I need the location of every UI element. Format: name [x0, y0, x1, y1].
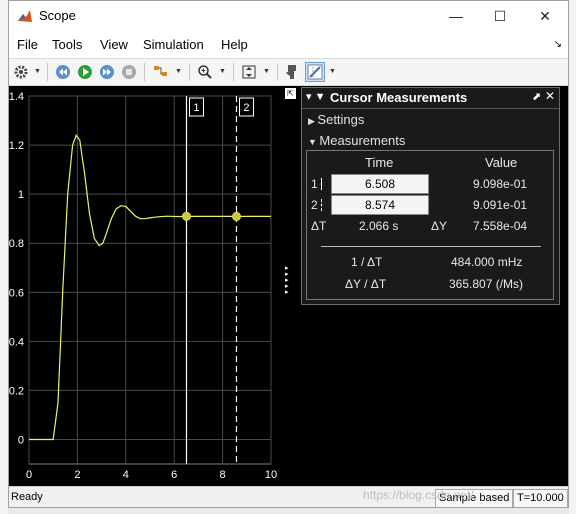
title-bar: Scope — ☐ ✕ [9, 1, 568, 31]
run-icon[interactable] [75, 62, 95, 82]
cursor-measurements-icon[interactable] [305, 62, 325, 82]
toolbar-separator [233, 63, 234, 81]
panel-menu-icon[interactable]: ▾ ▼ [306, 90, 325, 103]
scale-axes-icon[interactable] [239, 62, 259, 82]
zoom-dropdown-icon[interactable]: ▼ [219, 68, 226, 75]
cursor2-index: 2 [311, 198, 318, 212]
y-tick-label: 0.4 [9, 336, 24, 348]
cursor1-time-field[interactable]: 6.508 [331, 174, 429, 194]
status-text: Ready [11, 491, 43, 503]
measurements-divider [321, 246, 541, 247]
inverse-delta-t-value: 484.000 mHz [451, 255, 523, 269]
x-tick-label: 8 [220, 469, 226, 481]
y-tick-label: 1.4 [9, 91, 24, 103]
panel-title-bar: ▾ ▼ Cursor Measurements ⬈ ✕ [302, 88, 559, 109]
window-title: Scope [39, 8, 76, 23]
y-tick-label: 0 [18, 434, 24, 446]
settings-dropdown-icon[interactable]: ▼ [34, 68, 41, 75]
cursor-1-marker [181, 211, 191, 221]
measurements-dropdown-icon[interactable]: ▼ [329, 68, 336, 75]
maximize-button[interactable]: ☐ [477, 1, 523, 31]
menu-file[interactable]: File [17, 37, 38, 52]
dock-pin-icon[interactable]: ↘ [554, 39, 562, 50]
x-tick-label: 0 [26, 469, 32, 481]
step-back-icon[interactable] [53, 62, 73, 82]
cursor1-color-marker [321, 178, 322, 190]
value-header: Value [485, 155, 518, 170]
close-icon: ✕ [539, 7, 551, 24]
expanded-arrow-icon: ▼ [308, 137, 320, 147]
cursor2-value: 9.091e-01 [473, 198, 528, 212]
plot-frame [28, 95, 272, 465]
menu-tools[interactable]: Tools [52, 37, 82, 52]
scope-window: Scope — ☐ ✕ File Tools View Simulation H… [8, 0, 569, 508]
x-tick-label: 2 [74, 469, 80, 481]
close-button[interactable]: ✕ [522, 1, 568, 31]
y-tick-label: 1.2 [9, 140, 24, 152]
data-cursors-icon[interactable] [283, 62, 303, 82]
measurements-section-toggle[interactable]: ▼ Measurements [308, 133, 405, 148]
y-tick-label: 0.2 [9, 385, 24, 397]
y-tick-label: 1 [18, 189, 24, 201]
toolbar-separator [189, 63, 190, 81]
delta-y-label: ΔY [431, 219, 448, 233]
toolbar-separator [277, 63, 278, 81]
minimize-icon: — [449, 8, 463, 24]
collapsed-arrow-icon: ▶ [308, 116, 318, 126]
settings-section-toggle[interactable]: ▶ Settings [308, 112, 364, 127]
toolbar-separator [47, 63, 48, 81]
highlight-dropdown-icon[interactable]: ▼ [175, 68, 182, 75]
y-tick-label: 0.8 [9, 238, 24, 250]
stop-icon[interactable] [119, 62, 139, 82]
undock-panel-icon[interactable]: ⇱ [285, 88, 296, 99]
settings-label: Settings [317, 112, 365, 127]
menu-view[interactable]: View [100, 37, 128, 52]
inverse-delta-t-label: 1 / ΔT [351, 255, 383, 269]
x-tick-label: 6 [171, 469, 177, 481]
background-app-strip [0, 0, 8, 514]
delta-t-label: ΔT [311, 219, 327, 233]
panel-close-icon[interactable]: ✕ [545, 89, 555, 103]
maximize-icon: ☐ [493, 7, 507, 24]
slope-label: ΔY / ΔT [345, 277, 387, 291]
panel-undock-icon[interactable]: ⬈ [532, 90, 541, 103]
menu-bar: File Tools View Simulation Help ↘ [9, 31, 568, 59]
delta-t-value: 2.066 s [359, 219, 399, 233]
time-header: Time [365, 155, 394, 170]
status-bar: Ready Sample based T=10.000 [9, 486, 568, 507]
matlab-icon [17, 8, 33, 24]
x-tick-label: 10 [265, 469, 277, 481]
toolbar: ▼ ▼ ▼ ▼ ▼ [9, 59, 568, 86]
scale-dropdown-icon[interactable]: ▼ [263, 68, 270, 75]
measurements-box: Time Value 1 6.508 9.098e-01 2 8.574 9.0… [306, 150, 554, 300]
cursor1-value: 9.098e-01 [473, 177, 528, 191]
cursor2-time-field[interactable]: 8.574 [331, 195, 429, 215]
minimize-button[interactable]: — [433, 1, 479, 31]
panel-title: Cursor Measurements [330, 90, 468, 105]
menu-help[interactable]: Help [221, 37, 248, 52]
watermark-text: https://blog.csdn.net/ [363, 488, 474, 502]
x-tick-label: 4 [123, 469, 129, 481]
toolbar-separator [144, 63, 145, 81]
cursor1-index: 1 [311, 177, 318, 191]
slope-value: 365.807 (/Ms) [449, 277, 524, 291]
cursor-measurements-panel: ▾ ▼ Cursor Measurements ⬈ ✕ ▶ Settings ▼… [301, 87, 560, 305]
menu-simulation[interactable]: Simulation [143, 37, 204, 52]
highlight-block-icon[interactable] [151, 62, 171, 82]
zoom-icon[interactable] [195, 62, 215, 82]
expand-arrows[interactable]: ▸ ▸ ▸ ▸ ▸ [285, 265, 289, 296]
simulation-time-indicator: T=10.000 [513, 489, 568, 507]
settings-icon[interactable] [11, 62, 31, 82]
cursor-2-label: 2 [243, 102, 249, 114]
y-tick-label: 0.6 [9, 287, 24, 299]
step-forward-icon[interactable] [97, 62, 117, 82]
delta-y-value: 7.558e-04 [473, 219, 528, 233]
cursor-1-label: 1 [193, 102, 199, 114]
measurements-label: Measurements [319, 133, 406, 148]
cursor-2-marker [231, 211, 241, 221]
signal-line [29, 134, 271, 441]
background-app-strip-right [569, 0, 576, 514]
cursor2-color-marker [321, 199, 323, 211]
